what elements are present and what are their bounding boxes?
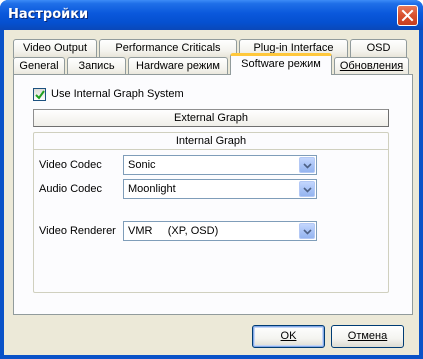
video-renderer-label: Video Renderer xyxy=(39,225,116,237)
cancel-button-label: Отмена xyxy=(347,330,388,342)
audio-codec-select[interactable]: Moonlight xyxy=(123,179,317,199)
cancel-button[interactable]: Отмена xyxy=(331,325,404,348)
tab-osd[interactable]: OSD xyxy=(350,39,407,58)
internal-graph-title: Internal Graph xyxy=(34,134,388,150)
dialog-client-area: Video Output Performance Criticals Plug-… xyxy=(4,30,419,355)
checkmark-icon xyxy=(35,90,45,100)
window-title: Настройки xyxy=(8,7,89,22)
audio-codec-value: Moonlight xyxy=(128,183,176,195)
tab-software-mode[interactable]: Software режим xyxy=(230,53,332,75)
tab-performance-criticals[interactable]: Performance Criticals xyxy=(99,39,237,58)
internal-graph-group: Internal Graph Video Codec Sonic Audio C… xyxy=(33,132,389,293)
use-internal-graph-checkbox[interactable] xyxy=(33,88,46,101)
chevron-down-icon[interactable] xyxy=(299,157,315,173)
ok-button[interactable]: OK xyxy=(252,325,325,348)
title-bar[interactable]: Настройки xyxy=(0,0,423,30)
tab-updates-label: Обновления xyxy=(339,60,404,72)
close-icon xyxy=(401,9,414,22)
chevron-down-icon[interactable] xyxy=(299,223,315,239)
close-button[interactable] xyxy=(397,5,418,26)
use-internal-graph-label[interactable]: Use Internal Graph System xyxy=(51,88,184,100)
external-graph-button[interactable]: External Graph xyxy=(33,109,389,127)
video-renderer-select[interactable]: VMR (XP, OSD) xyxy=(123,221,317,241)
ok-button-label: OK xyxy=(280,330,297,342)
video-codec-label: Video Codec xyxy=(39,159,102,171)
settings-window: Настройки Video Output Performance Criti… xyxy=(0,0,423,359)
software-mode-panel: Use Internal Graph System External Graph… xyxy=(13,74,413,315)
chevron-down-icon[interactable] xyxy=(299,181,315,197)
video-codec-value: Sonic xyxy=(128,159,156,171)
audio-codec-label: Audio Codec xyxy=(39,183,102,195)
video-renderer-value: VMR (XP, OSD) xyxy=(128,225,219,237)
tab-video-output[interactable]: Video Output xyxy=(13,39,97,58)
video-codec-select[interactable]: Sonic xyxy=(123,155,317,175)
